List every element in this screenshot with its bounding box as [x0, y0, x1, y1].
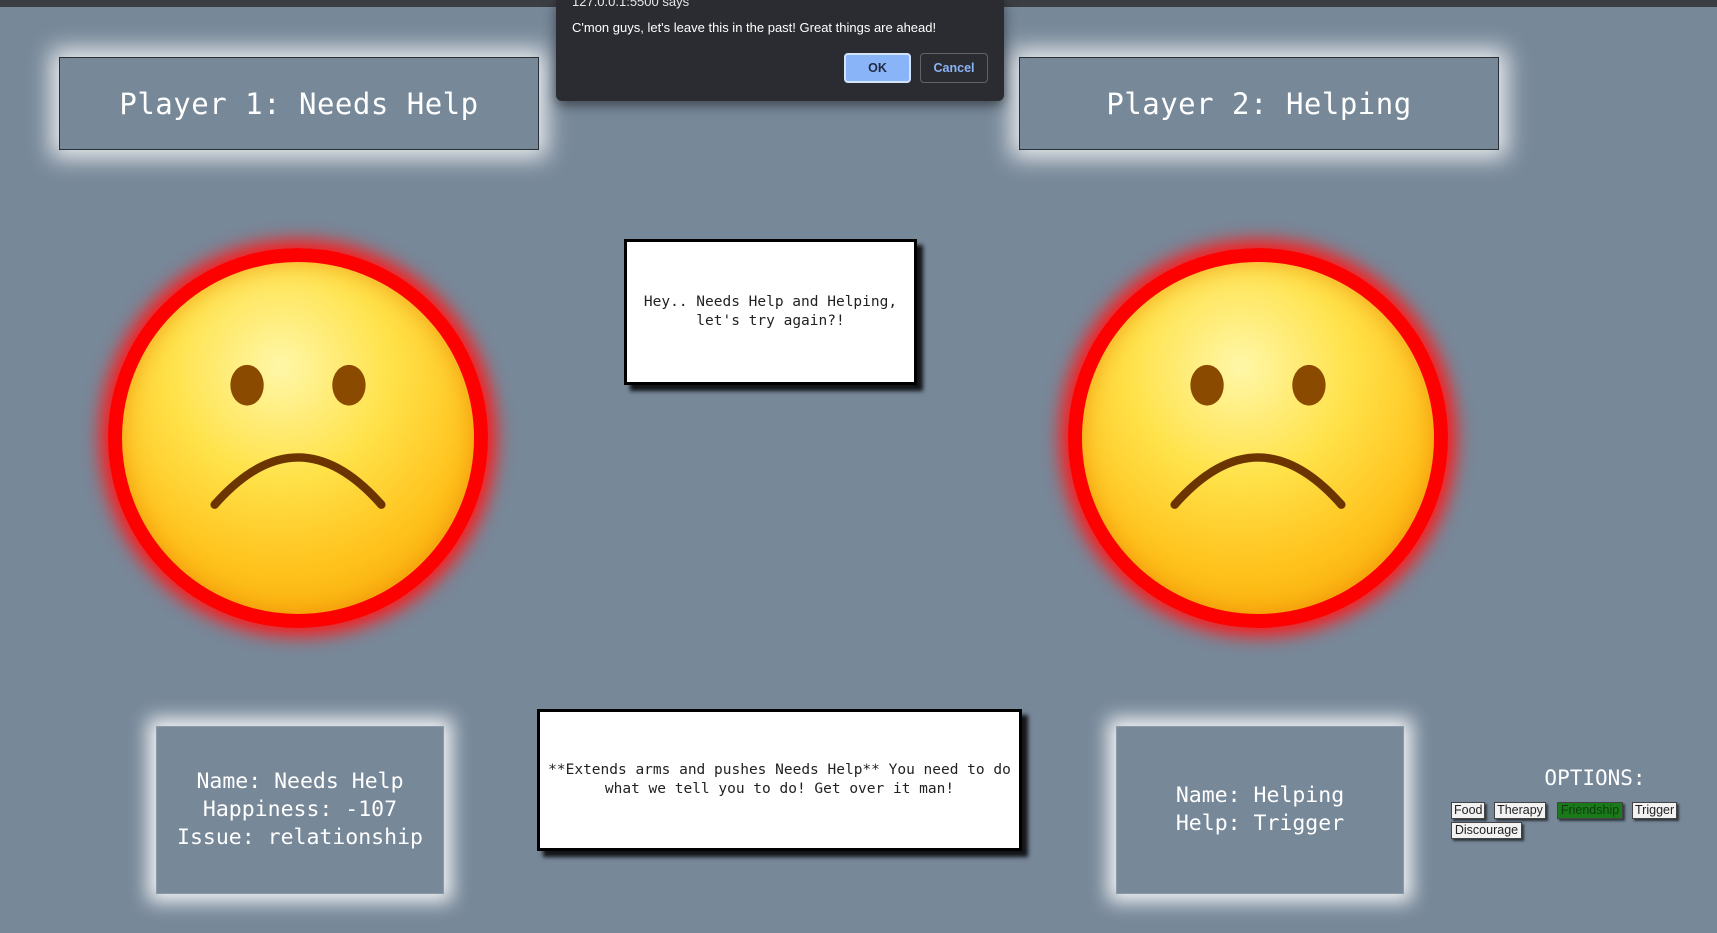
player1-title-text: Player 1: Needs Help — [119, 86, 479, 121]
friendship-button[interactable]: Friendship — [1557, 802, 1623, 819]
narrator-message-text: Hey.. Needs Help and Helping, let's try … — [643, 294, 898, 329]
food-button[interactable]: Food — [1451, 802, 1485, 819]
trigger-button[interactable]: Trigger — [1632, 802, 1677, 819]
sad-face-icon — [108, 248, 488, 628]
action-message-text: **Extends arms and pushes Needs Help** Y… — [548, 762, 1011, 797]
player1-happiness: Happiness: -107 — [202, 797, 398, 822]
player2-name: Name: Helping — [1175, 783, 1345, 808]
discourage-button[interactable]: Discourage — [1451, 822, 1522, 839]
therapy-button[interactable]: Therapy — [1494, 802, 1546, 819]
cancel-button[interactable]: Cancel — [920, 53, 988, 83]
action-message: **Extends arms and pushes Needs Help** Y… — [537, 709, 1022, 851]
dialog-message: C'mon guys, let's leave this in the past… — [572, 20, 937, 35]
ok-button[interactable]: OK — [844, 53, 911, 83]
dialog-origin: 127.0.0.1:5500 says — [572, 0, 690, 9]
player2-title-text: Player 2: Helping — [1106, 86, 1412, 121]
player1-info: Name: Needs Help Happiness: -107 Issue: … — [156, 726, 444, 894]
narrator-message: Hey.. Needs Help and Helping, let's try … — [624, 239, 917, 385]
player1-name: Name: Needs Help — [196, 769, 404, 794]
player2-help: Help: Trigger — [1175, 811, 1345, 836]
player2-title: Player 2: Helping — [1019, 57, 1499, 150]
player1-issue: Issue: relationship — [177, 825, 423, 850]
options-title: OPTIONS: — [1544, 766, 1646, 790]
player1-title: Player 1: Needs Help — [59, 57, 539, 150]
player2-info: Name: Helping Help: Trigger — [1116, 726, 1404, 894]
alert-dialog: 127.0.0.1:5500 says C'mon guys, let's le… — [556, 0, 1004, 101]
sad-face-icon — [1068, 248, 1448, 628]
